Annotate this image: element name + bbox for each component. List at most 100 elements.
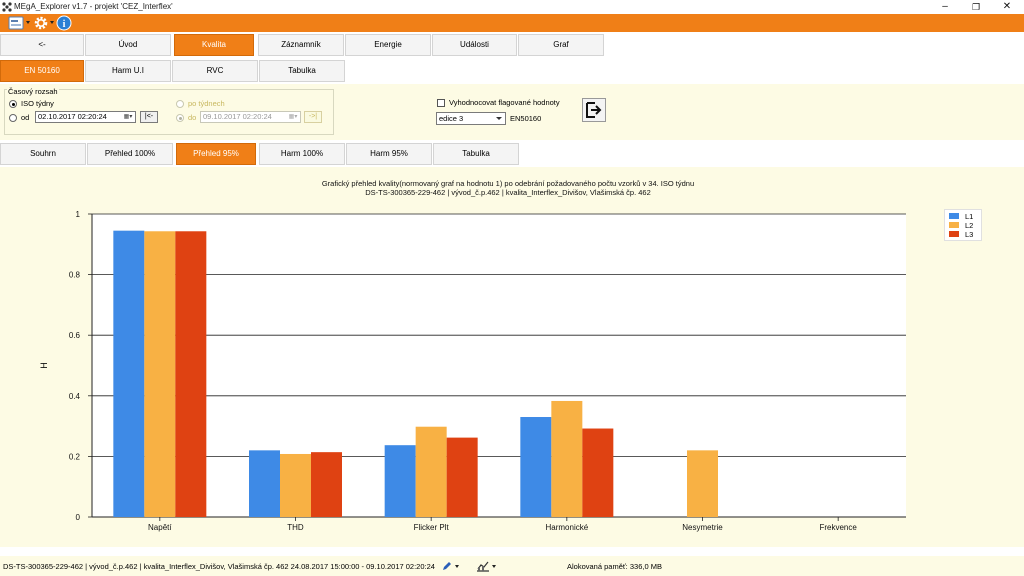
- go-first-button[interactable]: |<-: [140, 111, 158, 123]
- flagged-values-label: Vyhodnocovat flagované hodnoty: [449, 98, 560, 107]
- tab-tabulka-sub[interactable]: Tabulka: [259, 60, 345, 82]
- chart-settings-caret-icon[interactable]: [492, 565, 496, 568]
- chart-settings-icon[interactable]: [476, 560, 490, 572]
- tab-tabulka-view[interactable]: Tabulka: [433, 143, 519, 165]
- bar-l2: [144, 231, 176, 517]
- x-tick-label: Flicker Plt: [414, 523, 450, 532]
- app-logo-icon: [2, 2, 12, 12]
- svg-text:i: i: [63, 19, 66, 30]
- legend-label-l2: L2: [965, 221, 974, 230]
- edition-select[interactable]: edice 3: [436, 112, 506, 125]
- main-tab-bar: <- Úvod Kvalita Záznamník Energie Událos…: [0, 32, 1024, 58]
- to-label: do: [188, 113, 197, 122]
- info-icon[interactable]: i: [56, 15, 72, 31]
- bar-l3: [582, 428, 614, 517]
- standard-label: EN50160: [510, 114, 542, 123]
- tab-prehled-95[interactable]: Přehled 95%: [176, 143, 256, 165]
- x-tick-label: Napětí: [148, 523, 172, 532]
- chevron-down-icon: [496, 117, 502, 120]
- from-radio[interactable]: [9, 114, 17, 122]
- plot-background: [92, 214, 906, 517]
- tab-souhrn[interactable]: Souhrn: [0, 143, 86, 165]
- bar-l1: [113, 230, 145, 517]
- from-datetime-input[interactable]: 02.10.2017 02:20:24 ▦▾: [35, 111, 136, 123]
- tab-en50160[interactable]: EN 50160: [0, 60, 84, 82]
- y-tick-label: 0: [76, 513, 81, 522]
- export-button[interactable]: [582, 98, 606, 122]
- by-weeks-label: po týdnech: [188, 99, 225, 108]
- tab-kvalita[interactable]: Kvalita: [174, 34, 254, 56]
- maximize-button[interactable]: ❐: [961, 0, 991, 14]
- bar-l2: [280, 453, 311, 517]
- x-tick-label: Harmonické: [545, 523, 588, 532]
- tab-energie[interactable]: Energie: [345, 34, 431, 56]
- legend-label-l3: L3: [965, 230, 974, 239]
- window-title: MEgA_Explorer v1.7 - projekt 'CEZ_Interf…: [14, 2, 173, 11]
- memory-status: Alokovaná paměť: 336,0 MB: [567, 562, 662, 571]
- chart-legend: L1 L2 L3: [944, 209, 982, 241]
- flagged-values-checkbox[interactable]: [437, 99, 445, 107]
- to-datetime-input[interactable]: 09.10.2017 02:20:24 ▦▾: [200, 111, 301, 123]
- sub-tab-bar: EN 50160 Harm U.I RVC Tabulka: [0, 58, 1024, 84]
- tab-zaznamnik[interactable]: Záznamník: [258, 34, 344, 56]
- bar-l1: [520, 417, 552, 517]
- x-tick-label: Frekvence: [819, 523, 857, 532]
- bar-l3: [175, 231, 207, 517]
- tab-harm-95[interactable]: Harm 95%: [346, 143, 432, 165]
- tab-uvod[interactable]: Úvod: [85, 34, 171, 56]
- minimize-button[interactable]: –: [930, 0, 960, 14]
- tab-harm-ui[interactable]: Harm U.I: [85, 60, 171, 82]
- bar-l1: [249, 450, 280, 517]
- export-icon: [586, 102, 602, 118]
- app-menu-caret-icon[interactable]: [26, 21, 30, 24]
- tab-rvc[interactable]: RVC: [172, 60, 258, 82]
- status-bar: DS-TS-300365-229-462 | vývod_č.p.462 | k…: [0, 556, 1024, 576]
- tab-harm-100[interactable]: Harm 100%: [259, 143, 345, 165]
- pencil-icon[interactable]: [441, 560, 453, 572]
- y-tick-label: 0.4: [69, 392, 81, 401]
- legend-swatch-l1: [949, 213, 959, 219]
- close-button[interactable]: ✕: [992, 0, 1022, 14]
- to-radio[interactable]: [176, 114, 184, 122]
- app-menu-icon[interactable]: [8, 15, 24, 31]
- time-range-label: Časový rozsah: [7, 87, 59, 96]
- bar-l2: [687, 450, 718, 517]
- bar-l3: [311, 452, 342, 517]
- x-tick-label: THD: [287, 523, 304, 532]
- y-tick-label: 0.6: [69, 331, 81, 340]
- from-datetime-value: 02.10.2017 02:20:24: [38, 112, 107, 121]
- y-tick-label: 0.2: [69, 452, 81, 461]
- title-bar: MEgA_Explorer v1.7 - projekt 'CEZ_Interf…: [0, 0, 1024, 14]
- tab-udalosti[interactable]: Události: [432, 34, 517, 56]
- by-weeks-radio[interactable]: [176, 100, 184, 108]
- y-tick-label: 1: [76, 210, 81, 219]
- from-label: od: [21, 113, 30, 122]
- edition-select-value: edice 3: [439, 114, 464, 123]
- bar-l1: [384, 445, 416, 517]
- legend-label-l1: L1: [965, 212, 974, 221]
- x-tick-label: Nesymetrie: [682, 523, 723, 532]
- bar-l2: [415, 426, 447, 517]
- iso-weeks-label: ISO týdny: [21, 99, 54, 108]
- bar-l3: [446, 437, 478, 517]
- view-tab-bar: Souhrn Přehled 100% Přehled 95% Harm 100…: [0, 140, 1024, 167]
- y-tick-label: 0.8: [69, 271, 81, 280]
- tab-prehled-100[interactable]: Přehled 100%: [87, 143, 173, 165]
- quality-bar-chart: 0 0.2 0.4 0.6 0.8 1 H Napětí THD Flicker Plt Harmo…: [39, 210, 906, 532]
- tab-graf[interactable]: Graf: [518, 34, 604, 56]
- gear-icon[interactable]: [33, 15, 49, 31]
- pencil-caret-icon[interactable]: [455, 565, 459, 568]
- status-path: DS-TS-300365-229-462 | vývod_č.p.462 | k…: [3, 562, 435, 571]
- legend-swatch-l3: [949, 231, 959, 237]
- legend-swatch-l2: [949, 222, 959, 228]
- calendar-dropdown-icon[interactable]: ▦▾: [122, 113, 134, 121]
- iso-weeks-radio[interactable]: [9, 100, 17, 108]
- bar-l2: [551, 400, 583, 517]
- tab-back[interactable]: <-: [0, 34, 84, 56]
- calendar-dropdown-icon[interactable]: ▦▾: [287, 113, 299, 121]
- y-axis-label: H: [39, 362, 49, 369]
- go-last-button[interactable]: ->|: [304, 111, 322, 123]
- to-datetime-value: 09.10.2017 02:20:24: [203, 112, 272, 121]
- gear-caret-icon[interactable]: [50, 21, 54, 24]
- toolbar: [0, 14, 1024, 32]
